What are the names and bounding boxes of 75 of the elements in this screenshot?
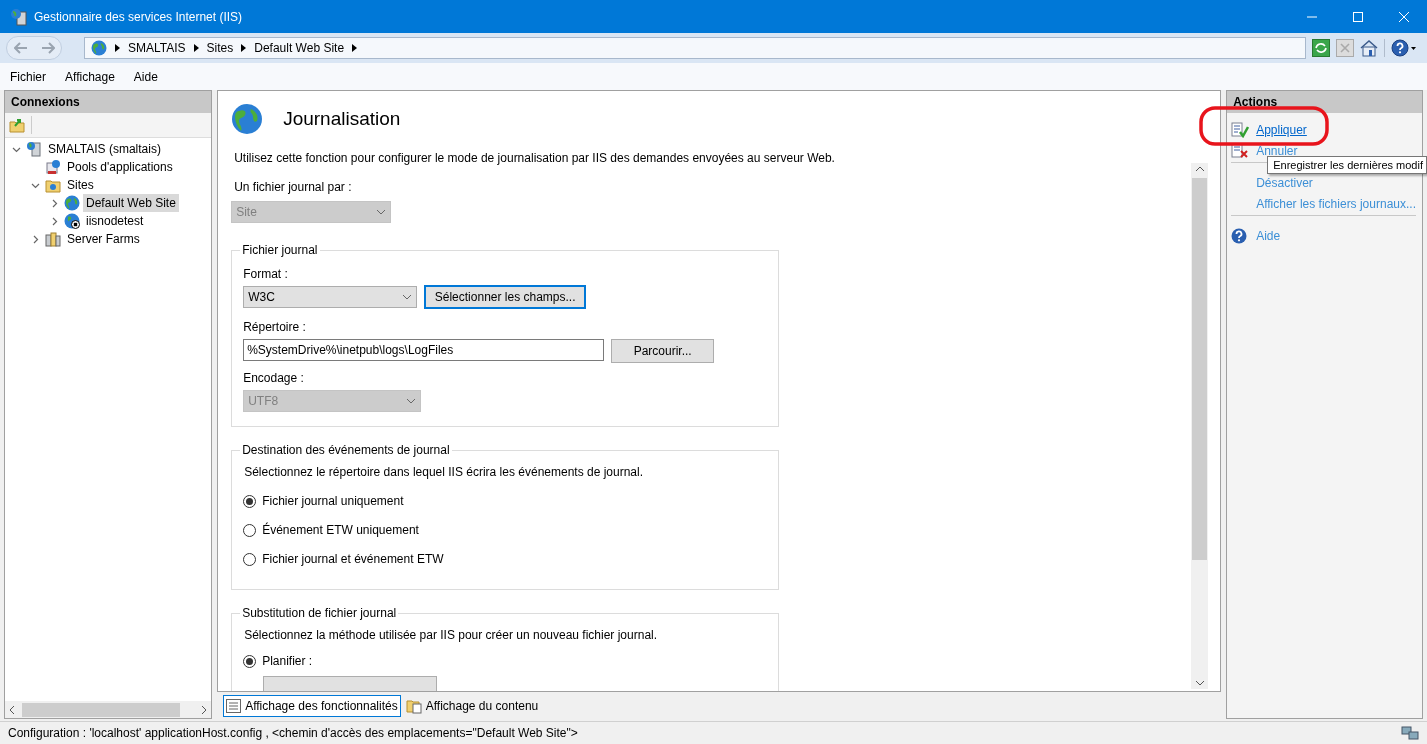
breadcrumb-item[interactable]: Default Web Site	[254, 39, 345, 57]
pool-icon	[45, 159, 61, 175]
radio-button[interactable]	[243, 523, 257, 537]
breadcrumb-item[interactable]: Sites	[206, 39, 234, 57]
group-description: Sélectionnez la méthode utilisée par IIS pour créer un nouveau fichier journal.	[243, 627, 659, 644]
tree-item[interactable]: Default Web Site	[83, 194, 179, 212]
action-link[interactable]: Appliquer	[1256, 120, 1307, 139]
menu-item[interactable]: Fichier	[10, 67, 46, 86]
back-arrow-icon	[13, 42, 28, 54]
tree-item[interactable]: SMALTAIS (smaltais)	[45, 140, 164, 158]
panel-header: Actions	[1227, 91, 1422, 113]
close-icon	[1399, 11, 1409, 22]
tree-item[interactable]: iisnodetest	[83, 212, 147, 230]
group-description: Sélectionnez le répertoire dans lequel IIS écrira les événements de journal.	[243, 464, 645, 481]
view-tab[interactable]: Affichage des fonctionnalités	[223, 695, 401, 717]
tree-item[interactable]: Server Farms	[64, 230, 143, 248]
tooltip: Enregistrer les dernières modif	[1267, 156, 1427, 174]
server-icon	[26, 141, 42, 157]
radio-button[interactable]	[243, 552, 257, 566]
stopped-site-icon	[64, 213, 80, 229]
scroll-right-icon	[200, 705, 209, 714]
radio-label: Planifier :	[262, 653, 313, 670]
server-farm-icon	[45, 231, 61, 247]
directory-field[interactable]: %SystemDrive%\inetpub\logs\LogFiles	[243, 339, 605, 361]
documents-icon	[405, 698, 422, 714]
maximize-icon	[1353, 11, 1363, 22]
breadcrumb-arrow-icon[interactable]	[193, 44, 199, 52]
help-icon[interactable]	[1391, 39, 1417, 57]
field-label: Un fichier journal par :	[233, 179, 353, 196]
group-title: Destination des événements de journal	[241, 442, 451, 459]
panel-header: Connexions	[5, 91, 212, 113]
field-label: Encodage :	[243, 370, 305, 387]
menu-item[interactable]: Affichage	[65, 67, 115, 86]
description: Utilisez cette fonction pour configurer le mode de journalisation par IIS des demandes envoyées au serveur Web.	[233, 150, 836, 167]
field-label: Répertoire :	[243, 319, 307, 336]
group-title: Fichier journal	[241, 242, 319, 259]
radio-label: Fichier journal et événement ETW	[262, 551, 444, 568]
group-title: Substitution de fichier journal	[241, 605, 398, 622]
breadcrumb-arrow-icon[interactable]	[241, 44, 247, 52]
network-icon	[1401, 725, 1419, 741]
radio-label: Fichier journal uniquement	[262, 493, 404, 510]
list-icon	[226, 699, 242, 713]
connect-folder-icon[interactable]	[9, 117, 25, 133]
refresh-icon[interactable]	[1312, 39, 1330, 57]
scroll-down-icon	[1195, 680, 1204, 686]
status-text: Configuration : 'localhost' applicationHost.config , <chemin d'accès des emplacements="Default Web Site">	[8, 725, 578, 742]
vertical-scrollbar[interactable]	[1191, 163, 1209, 689]
globe-icon	[231, 103, 264, 135]
globe-icon	[64, 195, 80, 211]
page-title: Journalisation	[283, 106, 401, 131]
scroll-left-icon	[8, 705, 16, 714]
browse-button[interactable]: Parcourir...	[611, 339, 715, 363]
folder-icon	[45, 177, 61, 193]
forward-arrow-icon	[40, 42, 55, 54]
scroll-up-icon	[1195, 166, 1204, 172]
address-field[interactable]: SMALTAIS Sites Default Web Site	[84, 37, 1306, 59]
breadcrumb-arrow-icon[interactable]	[115, 44, 120, 52]
radio-button[interactable]	[243, 654, 257, 668]
breadcrumb-arrow-icon[interactable]	[352, 44, 358, 52]
radio-label: Événement ETW uniquement	[262, 521, 419, 539]
format-select[interactable]: W3C	[243, 286, 418, 308]
document-check-icon	[1231, 121, 1250, 138]
home-icon[interactable]	[1360, 39, 1378, 57]
tree-item[interactable]: Pools d'applications	[64, 158, 176, 176]
menu-item[interactable]: Aide	[133, 67, 158, 86]
view-tab[interactable]: Affichage du contenu	[402, 695, 542, 717]
window-title: Gestionnaire des services Internet (IIS)	[34, 8, 243, 26]
tree-item[interactable]: Sites	[64, 176, 97, 194]
breadcrumb-item[interactable]: SMALTAIS	[128, 39, 186, 57]
globe-icon	[91, 40, 107, 56]
field-label: Format :	[243, 266, 289, 283]
radio-button[interactable]	[243, 494, 257, 508]
app-icon	[10, 7, 28, 26]
select-fields-button[interactable]: Sélectionner les champs...	[424, 285, 587, 309]
horizontal-scrollbar[interactable]	[5, 701, 212, 718]
